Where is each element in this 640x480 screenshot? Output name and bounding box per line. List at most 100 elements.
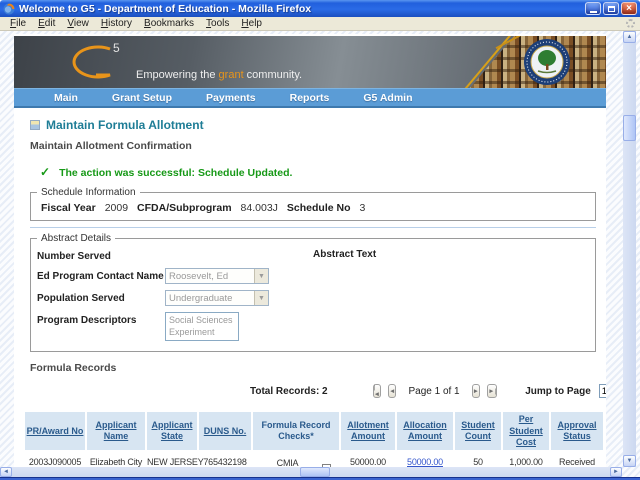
header-applicant-name[interactable]: Applicant Name xyxy=(87,412,145,450)
browser-window: Welcome to G5 - Department of Education … xyxy=(0,0,640,480)
form-icon xyxy=(30,120,40,130)
page-title: Maintain Formula Allotment xyxy=(46,118,204,132)
close-button[interactable]: × xyxy=(621,2,637,15)
window-title: Welcome to G5 - Department of Education … xyxy=(19,3,581,15)
success-message: ✓The action was successful: Schedule Upd… xyxy=(40,165,594,179)
horizontal-scrollbar-thumb[interactable] xyxy=(300,467,330,477)
menu-edit[interactable]: Edit xyxy=(32,18,61,29)
content-column: 5 Empowering the grant community. Main G… xyxy=(14,34,606,467)
header-formula-record-checks: Formula Record Checks* xyxy=(253,412,339,450)
fiscal-year-value: 2009 xyxy=(105,202,128,214)
main-nav: Main Grant Setup Payments Reports G5 Adm… xyxy=(14,88,606,108)
allotment-amount-cell: 50000.00 xyxy=(341,452,395,467)
allocation-amount-link[interactable]: 50000.00 xyxy=(407,457,443,467)
dropdown-arrow-icon: ▼ xyxy=(254,269,268,283)
nav-payments[interactable]: Payments xyxy=(206,92,256,104)
header-allocation-amount[interactable]: Allocation Amount xyxy=(397,412,453,450)
header-applicant-state[interactable]: Applicant State xyxy=(147,412,197,450)
abstract-details-fieldset: Abstract Details Number Served Ed Progra… xyxy=(30,233,596,352)
student-count-cell: 50 xyxy=(455,452,501,467)
header-approval-status[interactable]: Approval Status xyxy=(551,412,603,450)
formula-record-checks-cell: CMIA Indicator High Risk xyxy=(253,452,339,467)
fiscal-year-label: Fiscal Year xyxy=(41,202,96,214)
abstract-text-label: Abstract Text xyxy=(313,249,376,260)
schedule-no-value: 3 xyxy=(360,202,366,214)
vertical-scrollbar-thumb[interactable] xyxy=(623,115,636,141)
cmia-indicator-label: CMIA Indicator xyxy=(262,458,314,467)
page-body: Maintain Formula Allotment Maintain Allo… xyxy=(14,108,606,467)
menu-file[interactable]: File xyxy=(4,18,32,29)
page-indicator: Page 1 of 1 xyxy=(408,386,459,397)
jump-to-page-label: Jump to Page xyxy=(525,386,591,397)
total-records: Total Records: 2 xyxy=(250,386,328,397)
first-page-button[interactable]: |◄ xyxy=(373,384,381,398)
firefox-icon xyxy=(3,3,15,15)
menu-view[interactable]: View xyxy=(61,18,95,29)
scroll-right-arrow-icon[interactable]: ► xyxy=(610,467,622,477)
menu-history[interactable]: History xyxy=(95,18,138,29)
banner-tagline: Empowering the grant community. xyxy=(136,69,302,81)
program-descriptors-label: Program Descriptors xyxy=(37,312,165,326)
schedule-information-fieldset: Schedule Information Fiscal Year 2009 CF… xyxy=(30,187,596,221)
menu-bar: File Edit View History Bookmarks Tools H… xyxy=(0,17,640,31)
title-bar: Welcome to G5 - Department of Education … xyxy=(0,0,640,17)
svg-text:5: 5 xyxy=(113,41,120,55)
number-served-label: Number Served xyxy=(37,248,165,262)
maximize-button[interactable] xyxy=(603,2,619,15)
menu-help[interactable]: Help xyxy=(235,18,268,29)
loading-throbber-icon xyxy=(626,19,635,28)
minimize-button[interactable] xyxy=(585,2,601,15)
section-divider xyxy=(30,227,596,228)
approval-status-cell: Received xyxy=(551,452,603,467)
applicant-name-cell: Elizabeth City College xyxy=(87,452,145,467)
scroll-left-arrow-icon[interactable]: ◄ xyxy=(0,467,12,477)
header-student-count[interactable]: Student Count xyxy=(455,412,501,450)
header-duns-no[interactable]: DUNS No. xyxy=(199,412,251,450)
horizontal-scrollbar[interactable]: ◄ ► xyxy=(0,467,622,477)
pr-award-no-cell: 2003J090005 xyxy=(25,452,85,467)
scroll-down-arrow-icon[interactable]: ▼ xyxy=(623,455,636,467)
g5-logo-icon: 5 xyxy=(56,39,128,85)
vertical-scrollbar[interactable]: ▲ ▼ xyxy=(623,31,636,467)
formula-records-table: PR/Award No Applicant Name Applicant Sta… xyxy=(23,410,605,467)
maximize-icon xyxy=(608,6,615,12)
duns-no-cell: 765432198 xyxy=(199,452,251,467)
previous-page-button[interactable]: ◄ xyxy=(388,384,396,398)
page-viewport: 5 Empowering the grant community. Main G… xyxy=(0,31,640,477)
formula-records-label: Formula Records xyxy=(30,362,594,374)
cfda-subprogram-value: 84.003J xyxy=(241,202,278,214)
next-page-button[interactable]: ► xyxy=(472,384,480,398)
page-subtitle: Maintain Allotment Confirmation xyxy=(30,140,594,152)
abstract-details-legend: Abstract Details xyxy=(37,233,115,244)
nav-grant-setup[interactable]: Grant Setup xyxy=(112,92,172,104)
ed-program-contact-select[interactable]: Roosevelt, Ed ▼ xyxy=(165,268,269,284)
checkmark-icon: ✓ xyxy=(40,165,50,179)
header-allotment-amount[interactable]: Allotment Amount xyxy=(341,412,395,450)
nav-main[interactable]: Main xyxy=(54,92,78,104)
menu-bookmarks[interactable]: Bookmarks xyxy=(138,18,200,29)
scroll-up-arrow-icon[interactable]: ▲ xyxy=(623,31,636,43)
applicant-state-cell: NEW JERSEY xyxy=(147,452,197,467)
ed-program-contact-label: Ed Program Contact Name xyxy=(37,268,165,282)
nav-reports[interactable]: Reports xyxy=(290,92,330,104)
last-page-button[interactable]: ►| xyxy=(487,384,497,398)
program-descriptors-listbox[interactable]: Social Sciences Experiment xyxy=(165,312,239,341)
cfda-subprogram-label: CFDA/Subprogram xyxy=(137,202,232,214)
per-student-cost-cell: 1,000.00 xyxy=(503,452,549,467)
pagination-bar: Total Records: 2 |◄ ◄ Page 1 of 1 ► ►| J… xyxy=(30,382,594,400)
population-served-label: Population Served xyxy=(37,290,165,304)
nav-g5-admin[interactable]: G5 Admin xyxy=(363,92,412,104)
table-row: 2003J090005 Elizabeth City College NEW J… xyxy=(25,452,603,467)
header-per-student-cost[interactable]: Per Student Cost xyxy=(503,412,549,450)
population-served-select[interactable]: Undergraduate ▼ xyxy=(165,290,269,306)
header-pr-award-no[interactable]: PR/Award No xyxy=(25,412,85,450)
dropdown-arrow-icon: ▼ xyxy=(254,291,268,305)
minimize-icon xyxy=(590,11,597,13)
jump-to-page-input[interactable] xyxy=(599,384,606,398)
schedule-information-legend: Schedule Information xyxy=(37,187,140,198)
schedule-no-label: Schedule No xyxy=(287,202,351,214)
allocation-amount-cell: 50000.00 xyxy=(397,452,453,467)
dept-of-education-seal-icon xyxy=(524,39,570,85)
menu-tools[interactable]: Tools xyxy=(200,18,235,29)
g5-banner: 5 Empowering the grant community. xyxy=(14,36,606,88)
